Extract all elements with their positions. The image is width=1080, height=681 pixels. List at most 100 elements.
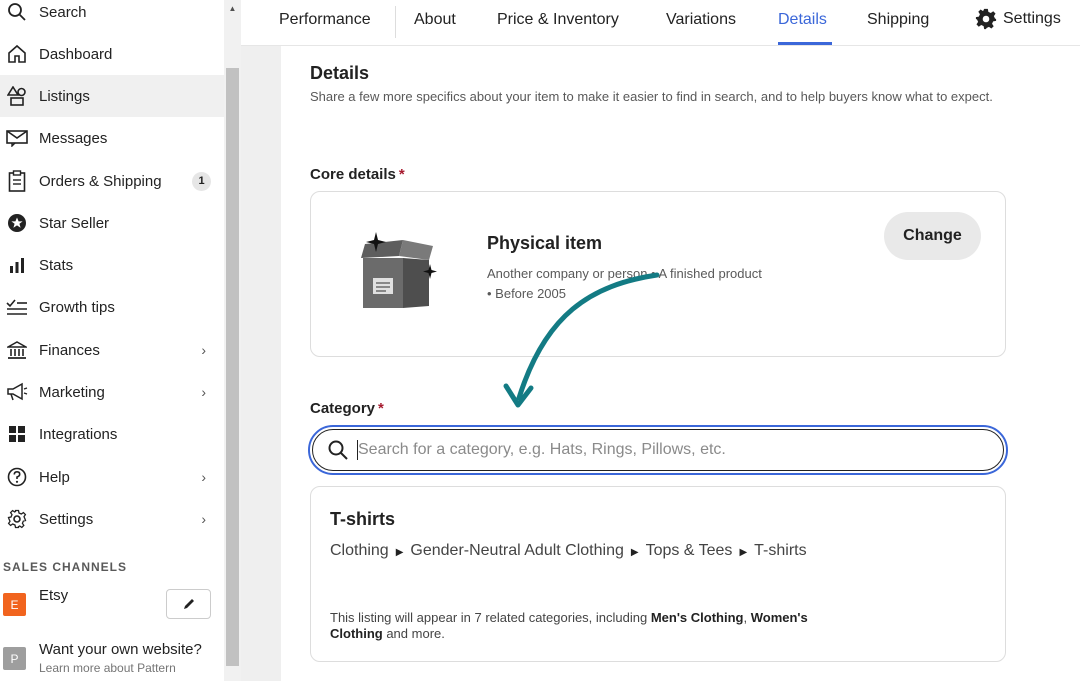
- change-core-details-button[interactable]: Change: [884, 212, 981, 260]
- package-icon: [361, 232, 437, 308]
- details-panel: Details Share a few more specifics about…: [281, 46, 1080, 681]
- sidebar-item-label: Help: [39, 468, 70, 486]
- related-category-mens: Men's Clothing: [650, 610, 744, 625]
- checklist-icon: [2, 296, 32, 318]
- scroll-up-arrow-icon[interactable]: ▲: [224, 0, 241, 16]
- category-search-focus-ring: [308, 425, 1008, 475]
- sidebar-item-label: Growth tips: [39, 298, 115, 316]
- grid-icon: [2, 423, 32, 445]
- gear-icon: [2, 508, 32, 530]
- tab-price-inventory[interactable]: Price & Inventory: [497, 11, 619, 29]
- sidebar-item-settings[interactable]: Settings ›: [0, 498, 224, 540]
- caret-right-icon: ▶: [630, 547, 639, 558]
- required-marker: *: [378, 400, 384, 417]
- related-note-separator: ,: [743, 610, 751, 625]
- sidebar-item-listings[interactable]: Listings: [0, 75, 224, 117]
- settings-tab-label: Settings: [1003, 10, 1061, 27]
- pencil-icon: [183, 599, 194, 609]
- sidebar-item-marketing[interactable]: Marketing ›: [0, 371, 224, 413]
- pattern-subtitle: Learn more about Pattern: [39, 661, 176, 675]
- star-badge-icon: [2, 212, 32, 234]
- related-categories-note: This listing will appear in 7 related ca…: [330, 610, 810, 642]
- tab-details[interactable]: Details: [778, 11, 827, 29]
- mail-icon: [2, 127, 32, 149]
- breadcrumb-item: Clothing: [330, 542, 389, 559]
- category-result-card[interactable]: T-shirts Clothing ▶ Gender-Neutral Adult C…: [310, 486, 1006, 662]
- tab-shipping[interactable]: Shipping: [867, 11, 929, 29]
- tab-divider: [395, 6, 396, 38]
- breadcrumb-item: Gender-Neutral Adult Clothing: [410, 542, 624, 559]
- chevron-right-icon: ›: [201, 384, 206, 400]
- chevron-right-icon: ›: [201, 469, 206, 485]
- active-tab-indicator: [778, 42, 832, 45]
- sidebar-item-stats[interactable]: Stats: [0, 244, 224, 286]
- required-marker: *: [398, 166, 405, 183]
- sidebar-item-label: Integrations: [39, 425, 118, 443]
- chevron-right-icon: ›: [201, 342, 206, 358]
- megaphone-icon: [2, 381, 32, 403]
- sidebar-item-orders-shipping[interactable]: Orders & Shipping 1: [0, 160, 224, 202]
- tab-settings[interactable]: Settings: [975, 8, 1061, 30]
- item-type-description-line: Another company or person • A finished p…: [487, 266, 762, 281]
- category-label-text: Category: [310, 400, 376, 417]
- listing-tabs: Performance About Price & Inventory Vari…: [241, 0, 1080, 46]
- gear-icon: [975, 8, 997, 30]
- category-search-input[interactable]: [358, 441, 1003, 459]
- page-gutter: [241, 46, 281, 681]
- category-result-title: T-shirts: [330, 509, 396, 529]
- pattern-promo[interactable]: P Want your own website? Learn more abou…: [3, 640, 218, 680]
- caret-right-icon: ▶: [395, 547, 404, 558]
- orders-count-badge: 1: [192, 171, 211, 191]
- category-breadcrumb: Clothing ▶ Gender-Neutral Adult Clothing ▶ T…: [330, 538, 830, 566]
- pattern-title: Want your own website?: [39, 641, 202, 658]
- core-details-label: Core details *: [310, 166, 405, 183]
- help-icon: [2, 466, 32, 488]
- item-type-title: Physical item: [487, 233, 603, 253]
- breadcrumb-item: Tops & Tees: [645, 542, 733, 559]
- sidebar-item-label: Orders & Shipping: [39, 172, 162, 190]
- search-icon: [328, 440, 348, 460]
- core-details-card: Physical item Another company or person …: [310, 191, 1006, 357]
- page-description: Share a few more specifics about your it…: [310, 89, 993, 104]
- search-icon: [2, 1, 32, 23]
- chevron-right-icon: ›: [201, 511, 206, 527]
- sales-channels-heading: SALES CHANNELS: [3, 560, 128, 574]
- etsy-logo: E: [3, 593, 26, 616]
- sidebar-item-label: Stats: [39, 256, 74, 274]
- related-note-text: This listing will appear in 7 related ca…: [330, 610, 651, 625]
- sidebar-item-label: Settings: [39, 510, 94, 528]
- category-search-box[interactable]: [312, 429, 1004, 471]
- sales-channel-etsy[interactable]: E Etsy: [3, 586, 218, 622]
- related-note-text: and more.: [382, 626, 445, 641]
- sidebar-item-integrations[interactable]: Integrations: [0, 413, 224, 455]
- sidebar-item-search[interactable]: Search: [0, 0, 224, 33]
- sidebar-item-label: Finances: [39, 341, 100, 359]
- sidebar-item-label: Messages: [39, 129, 108, 147]
- tab-about[interactable]: About: [414, 11, 456, 29]
- sidebar-item-finances[interactable]: Finances ›: [0, 329, 224, 371]
- item-type-description: Another company or person • A finished p…: [487, 264, 827, 304]
- sidebar-item-star-seller[interactable]: Star Seller: [0, 202, 224, 244]
- pattern-logo: P: [3, 647, 26, 670]
- breadcrumb-item: T-shirts: [754, 542, 807, 559]
- sidebar-item-growth-tips[interactable]: Growth tips: [0, 286, 224, 328]
- tab-performance[interactable]: Performance: [279, 11, 371, 29]
- core-details-label-text: Core details: [310, 166, 396, 183]
- sidebar-item-label: Dashboard: [39, 45, 113, 63]
- edit-channel-button[interactable]: [166, 589, 211, 619]
- item-type-description-line: • Before 2005: [487, 286, 566, 301]
- sidebar: Search Dashboard Listings Messages Order…: [0, 0, 224, 681]
- sidebar-scrollbar[interactable]: ▲: [224, 0, 241, 681]
- scrollbar-thumb[interactable]: [226, 68, 239, 666]
- shapes-icon: [2, 85, 32, 107]
- sidebar-item-label: Marketing: [39, 383, 105, 401]
- sidebar-item-messages[interactable]: Messages: [0, 117, 224, 159]
- sidebar-item-dashboard[interactable]: Dashboard: [0, 33, 224, 75]
- tab-variations[interactable]: Variations: [666, 11, 736, 29]
- sidebar-item-label: Listings: [39, 87, 90, 105]
- caret-right-icon: ▶: [739, 547, 748, 558]
- sidebar-item-help[interactable]: Help ›: [0, 456, 224, 498]
- bank-icon: [2, 339, 32, 361]
- page-title: Details: [310, 63, 370, 83]
- category-label: Category *: [310, 400, 384, 417]
